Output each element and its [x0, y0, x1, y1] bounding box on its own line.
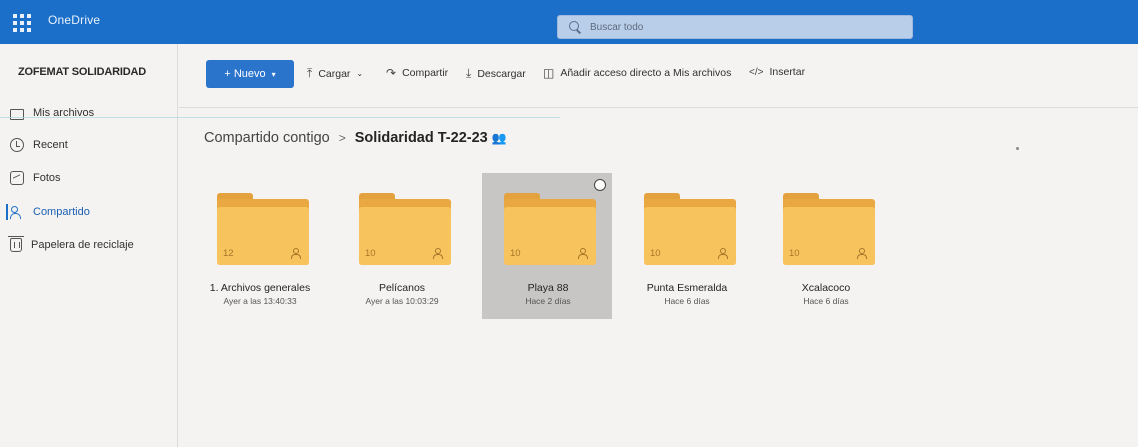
shared-icon — [10, 205, 24, 219]
folder-tile[interactable]: 12 1. Archivos generales Ayer a las 13:4… — [190, 173, 310, 319]
org-name: ZOFEMAT SOLIDARIDAD — [18, 66, 146, 78]
breadcrumb: Compartido contigo > Solidaridad T-22-23… — [204, 130, 507, 146]
left-navigation: ZOFEMAT SOLIDARIDAD Mis archivos Recent … — [0, 44, 178, 447]
command-bar: + Nuevo ▾ ⤒ Cargar ⌄ ↷ Compartir ⤓ Desca… — [179, 44, 1138, 108]
sidebar-item-papelera[interactable]: Papelera de reciclaje — [8, 234, 170, 256]
folder-icon: 10 — [783, 193, 875, 265]
folder-date: Hace 6 días — [664, 296, 710, 306]
sidebar-item-label: Recent — [33, 139, 68, 151]
share-label: Compartir — [402, 67, 449, 79]
sidebar-item-label: Compartido — [33, 206, 90, 218]
shared-icon — [433, 248, 443, 259]
folder-name[interactable]: Xcalacoco — [756, 282, 896, 294]
folder-date: Ayer a las 13:40:33 — [223, 296, 297, 306]
item-count: 10 — [365, 248, 376, 259]
share-button[interactable]: ↷ Compartir — [386, 66, 448, 80]
chevron-right-icon: > — [338, 131, 346, 145]
folder-icon: 10 — [504, 193, 596, 265]
folder-tile[interactable]: 10 Punta Esmeralda Hace 6 días — [617, 173, 737, 319]
sidebar-item-label: Fotos — [33, 172, 61, 184]
add-shortcut-label: Añadir acceso directo a Mis archivos — [560, 67, 732, 79]
sidebar-item-mis-archivos[interactable]: Mis archivos — [10, 102, 170, 124]
folder-tile[interactable]: 10 Xcalacoco Hace 6 días — [756, 173, 876, 319]
folder-tile-selected[interactable]: 10 Playa 88 Hace 2 días — [482, 173, 612, 319]
shared-people-icon: 👥 — [491, 131, 507, 145]
breadcrumb-current: Solidaridad T-22-23 — [354, 130, 488, 146]
add-shortcut-button[interactable]: ◫ Añadir acceso directo a Mis archivos — [543, 66, 731, 80]
item-count: 10 — [650, 248, 661, 259]
shared-icon — [718, 248, 728, 259]
divider — [0, 117, 560, 118]
embed-icon: </> — [749, 66, 764, 78]
upload-icon: ⤒ — [307, 66, 313, 80]
folder-date: Hace 2 días — [525, 296, 571, 306]
app-launcher-icon[interactable] — [10, 11, 32, 33]
download-button[interactable]: ⤓ Descargar — [466, 66, 526, 81]
folder-icon: 10 — [359, 193, 451, 265]
folder-icon: 10 — [644, 193, 736, 265]
selection-checkbox[interactable] — [594, 179, 606, 191]
trash-icon — [8, 236, 24, 252]
shared-icon — [578, 248, 588, 259]
embed-label: Insertar — [769, 66, 806, 78]
new-button-label: + Nuevo — [224, 68, 266, 80]
folder-date: Ayer a las 10:03:29 — [365, 296, 439, 306]
folder-name[interactable]: Punta Esmeralda — [617, 282, 757, 294]
dot-marker — [1016, 147, 1019, 150]
embed-button[interactable]: </> Insertar — [749, 66, 805, 78]
share-icon: ↷ — [386, 66, 397, 80]
item-count: 12 — [223, 248, 234, 259]
sidebar-item-recent[interactable]: Recent — [10, 134, 170, 156]
photo-icon — [10, 171, 24, 185]
folder-name[interactable]: Pelícanos — [332, 282, 472, 294]
folder-name[interactable]: Playa 88 — [478, 282, 618, 294]
sidebar-item-label: Papelera de reciclaje — [31, 239, 134, 251]
search-box[interactable]: Buscar todo — [557, 15, 913, 39]
search-icon — [568, 20, 582, 34]
shared-icon — [857, 248, 867, 259]
top-bar: OneDrive Buscar todo — [0, 0, 1138, 44]
item-count: 10 — [789, 248, 800, 259]
sidebar-item-compartido[interactable]: Compartido — [6, 201, 170, 223]
new-button[interactable]: + Nuevo ▾ — [206, 60, 294, 88]
shared-icon — [291, 248, 301, 259]
shortcut-icon: ◫ — [543, 66, 555, 80]
folder-name[interactable]: 1. Archivos generales — [190, 282, 330, 294]
upload-label: Cargar — [318, 67, 351, 80]
app-title[interactable]: OneDrive — [48, 13, 100, 27]
folder-date: Hace 6 días — [803, 296, 849, 306]
folder-tile[interactable]: 10 Pelícanos Ayer a las 10:03:29 — [332, 173, 452, 319]
item-count: 10 — [510, 248, 521, 259]
breadcrumb-parent[interactable]: Compartido contigo — [204, 130, 330, 146]
sidebar-item-fotos[interactable]: Fotos — [10, 167, 170, 189]
download-icon: ⤓ — [466, 66, 472, 80]
search-placeholder: Buscar todo — [590, 21, 644, 33]
download-label: Descargar — [477, 67, 526, 80]
folder-icon: 12 — [217, 193, 309, 265]
clock-icon — [10, 138, 24, 152]
chevron-down-icon: ⌄ — [356, 69, 364, 78]
upload-button[interactable]: ⤒ Cargar ⌄ — [307, 66, 363, 81]
chevron-down-icon: ▾ — [271, 69, 276, 79]
